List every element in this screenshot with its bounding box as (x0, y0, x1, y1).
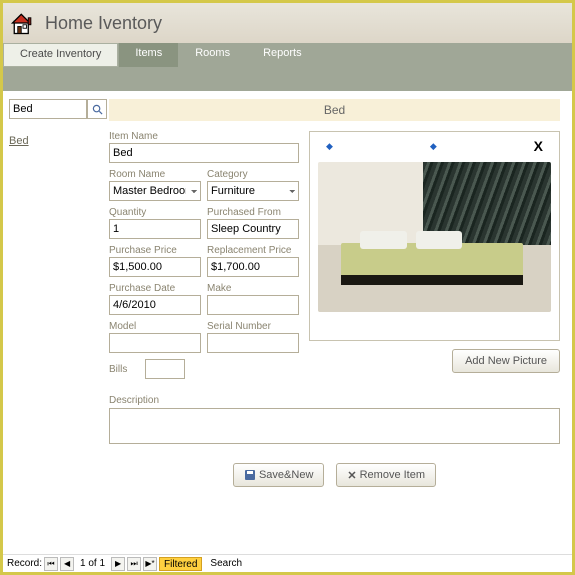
search-icon (92, 104, 103, 115)
quantity-input[interactable] (109, 219, 201, 239)
sub-toolbar (3, 67, 572, 91)
search-box (9, 99, 109, 119)
results-list: Bed (9, 131, 109, 149)
label-room: Room Name (109, 169, 201, 180)
app-header: Home Iventory (3, 3, 572, 43)
description-input[interactable] (109, 408, 560, 444)
save-new-label: Save&New (259, 469, 313, 481)
label-model: Model (109, 321, 201, 332)
nav-next-button[interactable]: ▶ (111, 557, 125, 571)
image-panel: ◆ ◆ X (309, 131, 560, 341)
bills-box[interactable] (145, 359, 185, 379)
footer-search-label[interactable]: Search (204, 558, 242, 569)
sidebar: Bed (9, 99, 109, 487)
search-button[interactable] (87, 99, 107, 119)
serial-input[interactable] (207, 333, 299, 353)
nav-prev-button[interactable]: ◀ (60, 557, 74, 571)
nav-new-button[interactable]: ▶* (143, 557, 157, 571)
image-close-icon[interactable]: X (534, 138, 543, 154)
nav-last-button[interactable]: ⏭ (127, 557, 141, 571)
save-new-button[interactable]: Save&New (233, 463, 324, 487)
label-purchase-date: Purchase Date (109, 283, 201, 294)
purchase-date-input[interactable] (109, 295, 201, 315)
nav-first-button[interactable]: ⏮ (44, 557, 58, 571)
label-serial: Serial Number (207, 321, 299, 332)
label-quantity: Quantity (109, 207, 201, 218)
item-title-bar: Bed (109, 99, 560, 121)
record-label: Record: (7, 558, 42, 569)
main-panel: Bed Item Name Room Name Master Bedroom C… (109, 99, 560, 487)
purchase-price-input[interactable] (109, 257, 201, 277)
house-logo-icon (9, 9, 37, 37)
purchased-from-input[interactable] (207, 219, 299, 239)
image-next-icon[interactable]: ◆ (430, 141, 437, 152)
label-purchase-price: Purchase Price (109, 245, 201, 256)
label-category: Category (207, 169, 299, 180)
item-name-input[interactable] (109, 143, 299, 163)
label-purchased-from: Purchased From (207, 207, 299, 218)
make-input[interactable] (207, 295, 299, 315)
tab-items[interactable]: Items (119, 43, 178, 67)
label-description: Description (109, 395, 560, 406)
label-item-name: Item Name (109, 131, 299, 142)
tab-bar: Create Inventory Items Rooms Reports (3, 43, 572, 67)
search-input[interactable] (9, 99, 87, 119)
label-bills: Bills (109, 364, 127, 375)
filtered-indicator[interactable]: Filtered (159, 557, 202, 571)
add-picture-button[interactable]: Add New Picture (452, 349, 560, 373)
label-make: Make (207, 283, 299, 294)
save-icon (244, 469, 256, 481)
form-fields: Item Name Room Name Master Bedroom Categ… (109, 131, 299, 385)
item-picture (318, 162, 551, 312)
model-input[interactable] (109, 333, 201, 353)
remove-item-label: Remove Item (360, 469, 425, 481)
record-position: 1 of 1 (76, 558, 109, 569)
tab-create-inventory[interactable]: Create Inventory (3, 43, 118, 67)
tab-reports[interactable]: Reports (247, 43, 318, 67)
record-navigator: Record: ⏮ ◀ 1 of 1 ▶ ⏭ ▶* Filtered Searc… (3, 554, 572, 572)
remove-icon: ✕ (347, 469, 356, 482)
app-title: Home Iventory (45, 13, 162, 34)
replacement-price-input[interactable] (207, 257, 299, 277)
label-replacement-price: Replacement Price (207, 245, 299, 256)
tab-rooms[interactable]: Rooms (179, 43, 246, 67)
result-link[interactable]: Bed (9, 135, 29, 147)
category-select[interactable]: Furniture (207, 181, 299, 201)
room-select[interactable]: Master Bedroom (109, 181, 201, 201)
image-prev-icon[interactable]: ◆ (326, 141, 333, 152)
remove-item-button[interactable]: ✕ Remove Item (336, 463, 436, 487)
